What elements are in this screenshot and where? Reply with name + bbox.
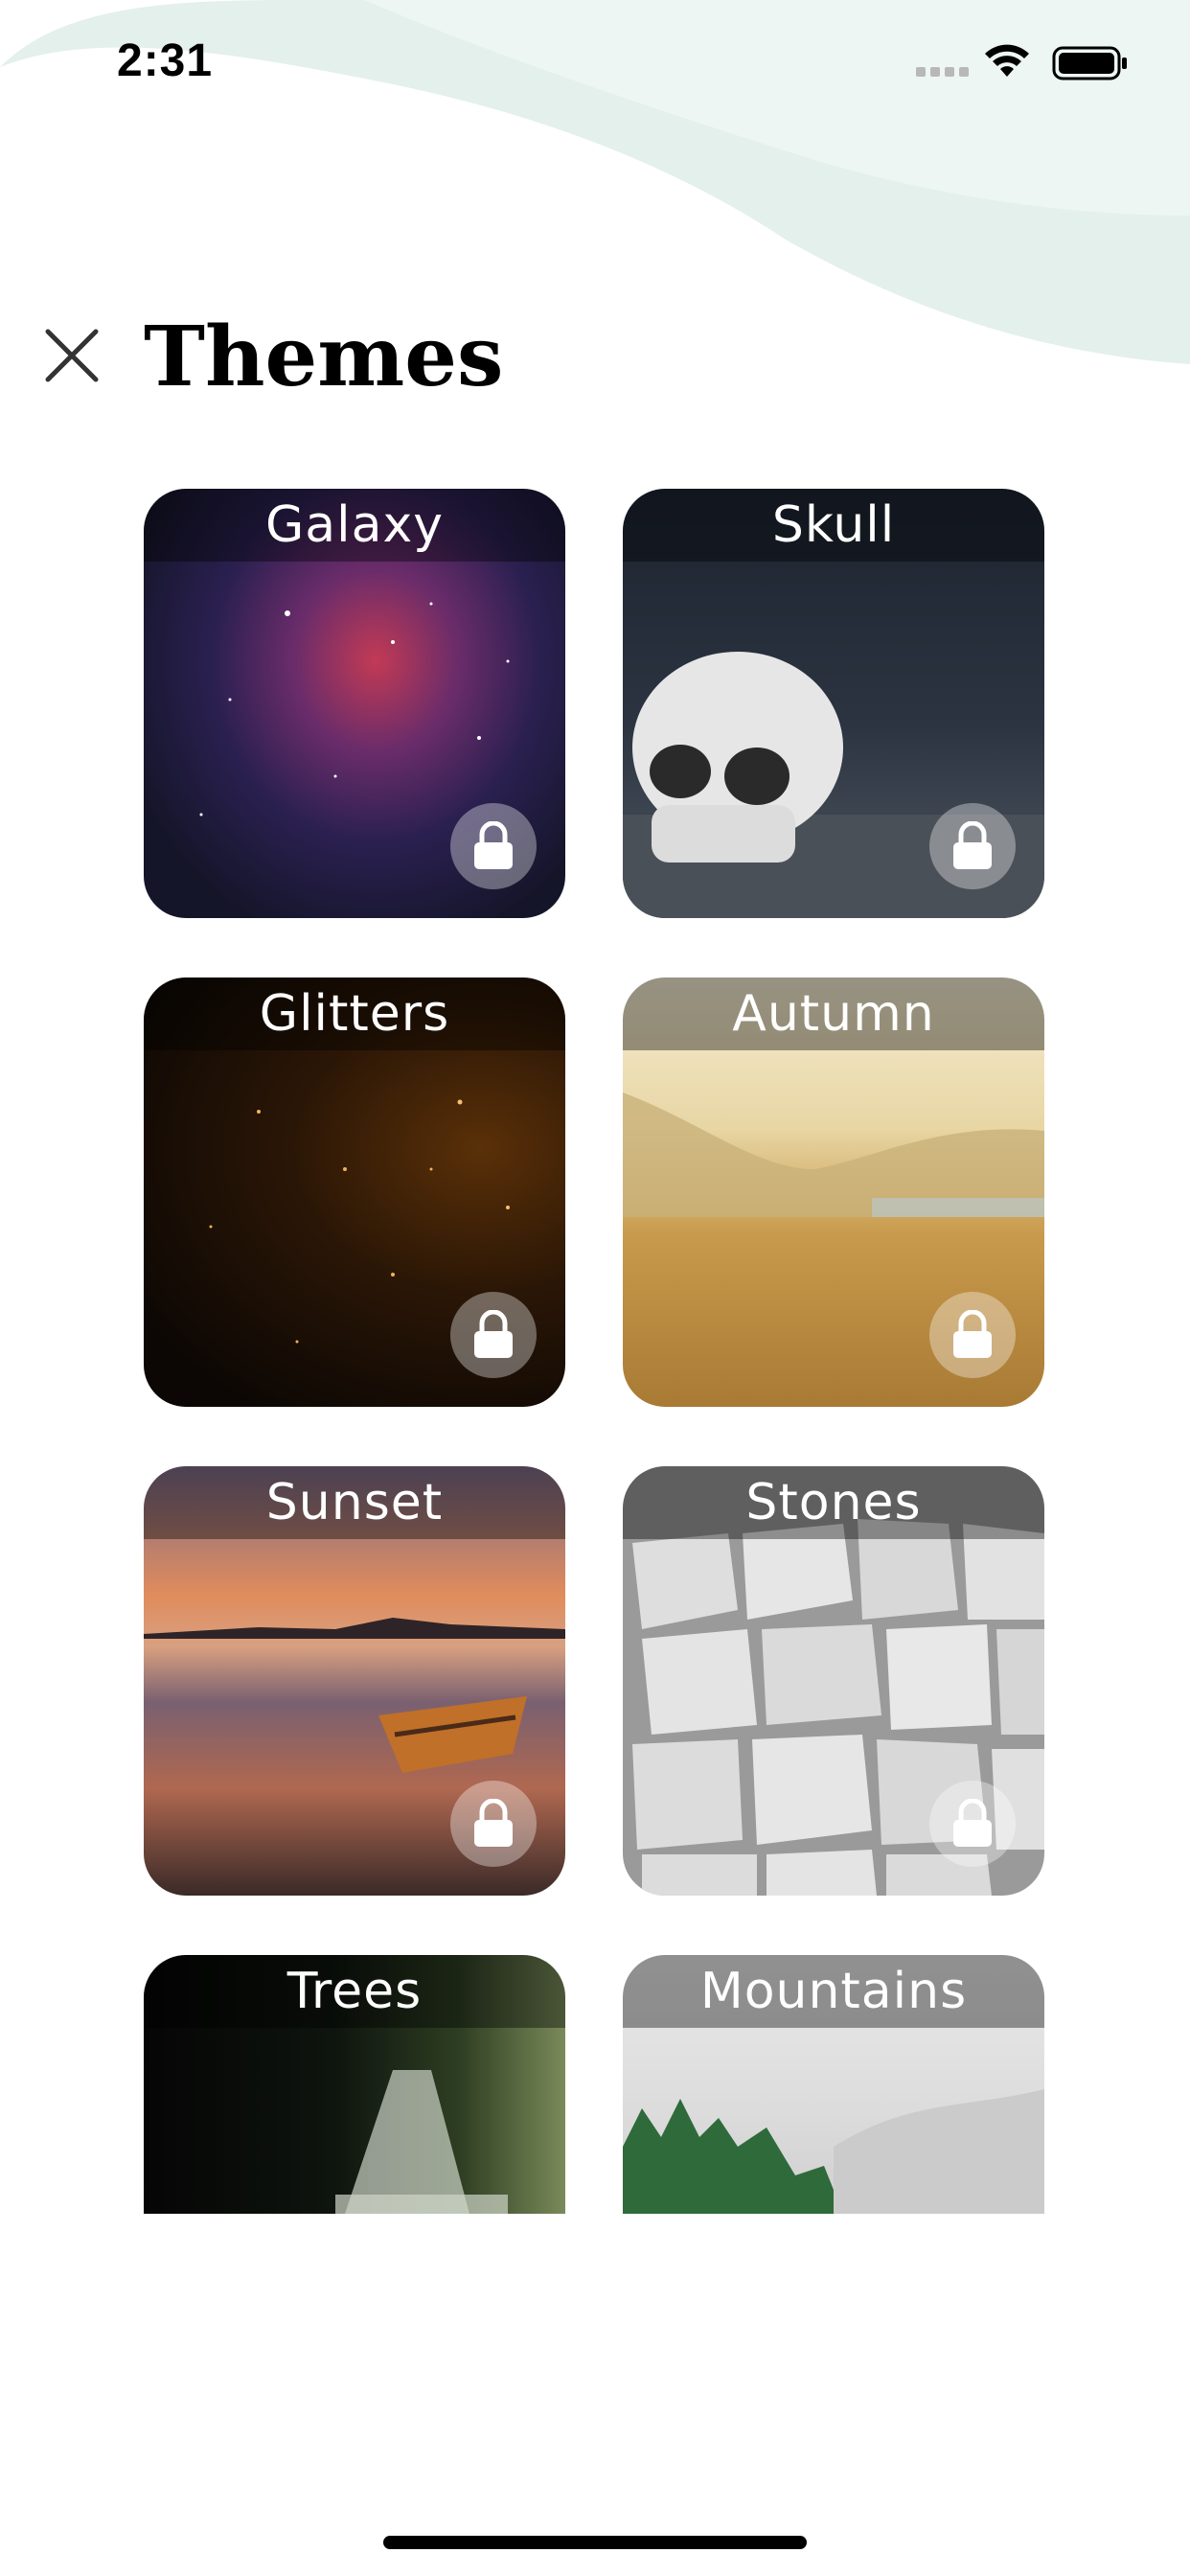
theme-tile-sunset[interactable]: Sunset	[144, 1466, 565, 1896]
theme-label: Skull	[771, 496, 896, 554]
page-title: Themes	[144, 309, 504, 405]
close-icon	[45, 329, 99, 382]
theme-tile-stones[interactable]: Stones	[623, 1466, 1044, 1896]
theme-tile-skull[interactable]: Skull	[623, 489, 1044, 918]
theme-label: Trees	[286, 1963, 423, 2020]
themes-grid: Galaxy Skull Glitters Autumn Sunset Ston…	[144, 489, 1046, 2214]
lock-badge	[450, 1781, 537, 1867]
theme-label: Sunset	[265, 1474, 444, 1531]
lock-badge	[929, 1781, 1016, 1867]
theme-label: Mountains	[699, 1963, 968, 2020]
wifi-icon	[985, 44, 1029, 77]
close-button[interactable]	[38, 322, 105, 389]
theme-label: Autumn	[732, 985, 935, 1043]
lock-badge	[450, 1292, 537, 1378]
lock-badge	[929, 803, 1016, 889]
lock-icon	[953, 1310, 992, 1358]
status-time: 2:31	[117, 35, 214, 86]
signal-icon	[916, 67, 969, 77]
theme-tile-glitters[interactable]: Glitters	[144, 978, 565, 1407]
theme-label-bar: Glitters	[144, 978, 565, 1050]
battery-icon	[1052, 46, 1127, 80]
theme-label-bar: Galaxy	[144, 489, 565, 562]
theme-label-bar: Skull	[623, 489, 1044, 562]
home-indicator[interactable]	[383, 2536, 807, 2549]
lock-icon	[474, 1310, 513, 1358]
theme-tile-galaxy[interactable]: Galaxy	[144, 489, 565, 918]
lock-badge	[929, 1292, 1016, 1378]
theme-label: Glitters	[259, 985, 450, 1043]
lock-icon	[953, 821, 992, 869]
theme-label-bar: Autumn	[623, 978, 1044, 1050]
theme-label-bar: Mountains	[623, 1955, 1044, 2028]
lock-icon	[474, 821, 513, 869]
lock-icon	[953, 1799, 992, 1847]
theme-label-bar: Sunset	[144, 1466, 565, 1539]
theme-tile-mountains[interactable]: Mountains	[623, 1955, 1044, 2214]
lock-icon	[474, 1799, 513, 1847]
theme-label: Stones	[745, 1474, 922, 1531]
theme-tile-trees[interactable]: Trees	[144, 1955, 565, 2214]
page-header: Themes	[0, 297, 1190, 412]
status-bar: 2:31	[0, 0, 1190, 134]
theme-label-bar: Stones	[623, 1466, 1044, 1539]
theme-label-bar: Trees	[144, 1955, 565, 2028]
theme-label: Galaxy	[264, 496, 445, 554]
lock-badge	[450, 803, 537, 889]
theme-tile-autumn[interactable]: Autumn	[623, 978, 1044, 1407]
